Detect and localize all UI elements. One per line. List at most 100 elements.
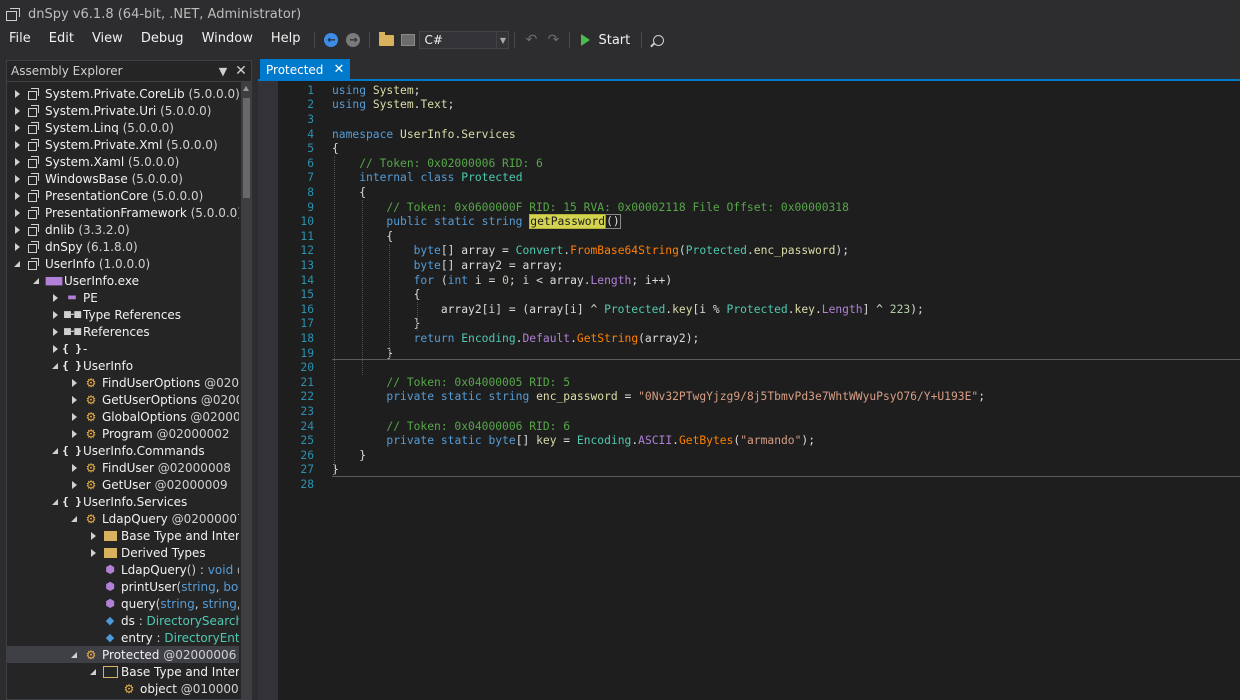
tree-node[interactable]: FindUserOptions @0200000 (7, 374, 239, 391)
tree-node[interactable]: GetUser @02000009 (7, 476, 239, 493)
collapsed-arrow-icon[interactable] (11, 238, 23, 255)
tree-node[interactable]: UserInfo (1.0.0.0) (7, 255, 239, 272)
tree-node[interactable]: FindUser @02000008 (7, 459, 239, 476)
expanded-arrow-icon[interactable] (87, 663, 99, 680)
open-list-button[interactable] (397, 29, 419, 51)
code-line[interactable]: 28 (278, 477, 1240, 492)
collapsed-arrow-icon[interactable] (68, 408, 80, 425)
code-line[interactable]: 18 return Encoding.Default.GetString(arr… (278, 331, 1240, 346)
tree-node[interactable]: ds : DirectorySearcher (7, 612, 239, 629)
expanded-arrow-icon[interactable] (11, 255, 23, 272)
code-line[interactable]: 10 public static string getPassword() (278, 214, 1240, 230)
collapsed-arrow-icon[interactable] (11, 85, 23, 102)
collapsed-arrow-icon[interactable] (68, 391, 80, 408)
menu-edit[interactable]: Edit (40, 28, 83, 52)
tree-node[interactable]: System.Private.Uri (5.0.0.0) (7, 102, 239, 119)
tree-node[interactable]: entry : DirectoryEntry (7, 629, 239, 646)
redo-button[interactable]: ↷ (542, 29, 564, 51)
code-line[interactable]: 20 (278, 360, 1240, 375)
tree-node[interactable]: object @0100001 (7, 680, 239, 697)
tree-node[interactable]: LdapQuery @02000007 (7, 510, 239, 527)
tree-node[interactable]: - (7, 340, 239, 357)
scrollbar-thumb[interactable] (243, 98, 250, 198)
panel-menu-icon[interactable]: ▼ (215, 65, 231, 78)
collapsed-arrow-icon[interactable] (11, 204, 23, 221)
scroll-up-icon[interactable] (243, 86, 249, 91)
code-line[interactable]: 9 // Token: 0x0600000F RID: 15 RVA: 0x00… (278, 200, 1240, 215)
navigate-forward-button[interactable]: → (342, 29, 364, 51)
tree-node[interactable]: References (7, 323, 239, 340)
tree-node[interactable]: System.Linq (5.0.0.0) (7, 119, 239, 136)
expanded-arrow-icon[interactable] (68, 646, 80, 663)
tree-node[interactable]: PE (7, 289, 239, 306)
tree-node[interactable]: printUser(string, bool) (7, 578, 239, 595)
tree-node[interactable]: Base Type and Interfa (7, 663, 239, 680)
code-line[interactable]: 13 byte[] array2 = array; (278, 258, 1240, 273)
close-icon[interactable]: ✕ (333, 62, 344, 77)
code-line[interactable]: 2 using System.Text; (278, 98, 1240, 113)
expanded-arrow-icon[interactable] (49, 442, 61, 459)
code-line[interactable]: 3 (278, 112, 1240, 127)
collapsed-arrow-icon[interactable] (11, 136, 23, 153)
tree-node[interactable]: dnlib (3.3.2.0) (7, 221, 239, 238)
code-editor[interactable]: 1 using System; 2 using System.Text; 3 4 names… (258, 81, 1240, 700)
tree-node[interactable]: UserInfo.exe (7, 272, 239, 289)
collapsed-arrow-icon[interactable] (11, 221, 23, 238)
code-line[interactable]: 12 byte[] array = Convert. FromBase64Stri… (278, 244, 1240, 259)
collapsed-arrow-icon[interactable] (87, 527, 99, 544)
collapsed-arrow-icon[interactable] (49, 323, 61, 340)
menu-help[interactable]: Help (262, 28, 310, 52)
menu-file[interactable]: File (0, 28, 40, 52)
language-select[interactable]: C# ▼ (419, 31, 510, 49)
collapsed-arrow-icon[interactable] (11, 170, 23, 187)
code-line[interactable]: 4 namespace UserInfo.Services (278, 127, 1240, 142)
tree-node[interactable]: query(string, string, b (7, 595, 239, 612)
tree-node[interactable]: System.Xaml (5.0.0.0) (7, 153, 239, 170)
editor-margin[interactable] (258, 81, 278, 700)
start-debugging-button[interactable]: Start (575, 33, 636, 48)
open-button[interactable] (375, 29, 397, 51)
tree-node[interactable]: Type References (7, 306, 239, 323)
collapsed-arrow-icon[interactable] (87, 544, 99, 561)
code-line[interactable]: 24 // Token: 0x04000006 RID: 6 (278, 419, 1240, 434)
code-line[interactable]: 19 } (278, 346, 1240, 361)
tree-node[interactable]: System.Private.Xml (5.0.0.0) (7, 136, 239, 153)
menu-debug[interactable]: Debug (132, 28, 193, 52)
code-line[interactable]: 1 using System; (278, 83, 1240, 98)
tab-protected[interactable]: Protected ✕ (260, 59, 351, 80)
expanded-arrow-icon[interactable] (30, 272, 42, 289)
tree-node[interactable]: GlobalOptions @0200000 (7, 408, 239, 425)
tree-node[interactable]: WindowsBase (5.0.0.0) (7, 170, 239, 187)
expanded-arrow-icon[interactable] (49, 493, 61, 510)
code-line[interactable]: 7 internal class Protected (278, 171, 1240, 186)
tree-node[interactable]: System.Private.CoreLib (5.0.0.0) (7, 85, 239, 102)
tree-node[interactable]: dnSpy (6.1.8.0) (7, 238, 239, 255)
code-line[interactable]: 23 (278, 404, 1240, 419)
code-line[interactable]: 15 { (278, 287, 1240, 302)
navigate-back-button[interactable]: ← (320, 29, 342, 51)
tree-node[interactable]: Derived Types (7, 544, 239, 561)
search-button[interactable] (647, 29, 669, 51)
code-line[interactable]: 26 } (278, 448, 1240, 463)
tree-node[interactable]: LdapQuery() : void @ (7, 561, 239, 578)
tree-node[interactable]: Protected @02000006 (7, 646, 239, 663)
collapsed-arrow-icon[interactable] (11, 153, 23, 170)
tree-node[interactable]: GetUserOptions @0200000 (7, 391, 239, 408)
code-line[interactable]: 5{ (278, 141, 1240, 156)
expanded-arrow-icon[interactable] (68, 510, 80, 527)
collapsed-arrow-icon[interactable] (11, 187, 23, 204)
tree-scrollbar[interactable] (241, 82, 252, 699)
collapsed-arrow-icon[interactable] (49, 340, 61, 357)
collapsed-arrow-icon[interactable] (11, 119, 23, 136)
code-line[interactable]: 16 array2[i] = (array[i] ^ Protected.key… (278, 302, 1240, 317)
collapsed-arrow-icon[interactable] (11, 102, 23, 119)
collapsed-arrow-icon[interactable] (68, 425, 80, 442)
collapsed-arrow-icon[interactable] (49, 289, 61, 306)
code-line[interactable]: 14 for (int i = 0; i < array.Length; i++… (278, 273, 1240, 288)
close-icon[interactable]: ✕ (233, 63, 249, 79)
collapsed-arrow-icon[interactable] (49, 306, 61, 323)
code-line[interactable]: 21 // Token: 0x04000005 RID: 5 (278, 375, 1240, 390)
code-line[interactable]: 17 } (278, 317, 1240, 332)
tree-node[interactable]: Program @02000002 (7, 425, 239, 442)
tree-node[interactable]: UserInfo (7, 357, 239, 374)
